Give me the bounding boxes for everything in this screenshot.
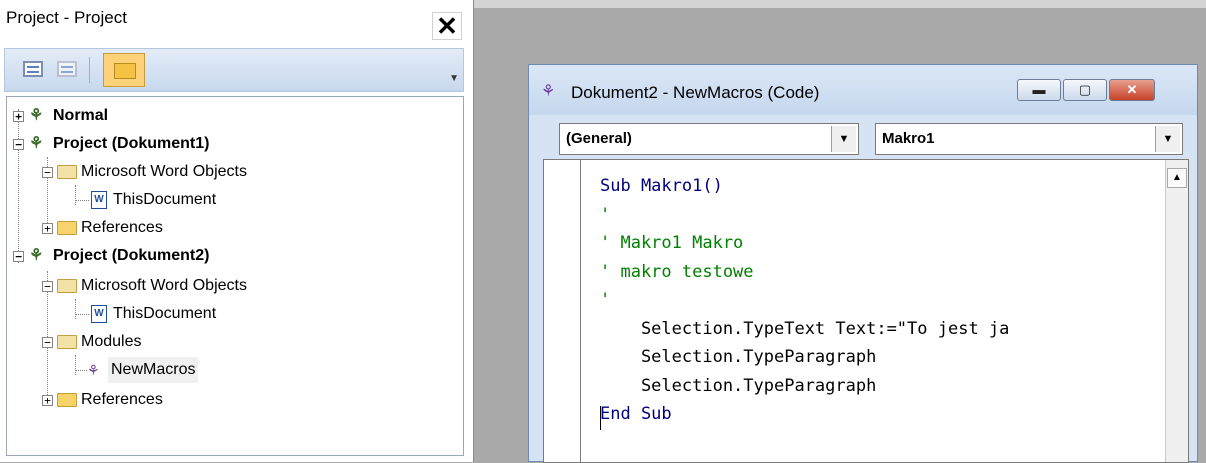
folder-icon <box>57 393 77 407</box>
project-explorer-title: Project - Project <box>6 8 127 27</box>
toggle-folders-icon[interactable] <box>103 53 145 87</box>
procedure-dropdown-value: Makro1 <box>882 130 935 147</box>
tree-line <box>75 370 87 371</box>
module-icon: ⚘ <box>87 362 100 378</box>
close-project-explorer-button[interactable]: ✕ <box>432 12 462 40</box>
tree-item-label: Microsoft Word Objects <box>81 163 247 180</box>
object-dropdown[interactable]: (General) ▼ <box>559 123 859 155</box>
vertical-scrollbar[interactable]: ▲ <box>1165 160 1188 462</box>
view-object-icon[interactable] <box>57 61 77 77</box>
project-explorer-toolbar: ▼ <box>4 48 464 92</box>
open-folder-icon <box>57 335 77 349</box>
tree-line <box>75 314 89 315</box>
maximize-button[interactable]: ▢ <box>1063 79 1107 101</box>
view-code-icon[interactable] <box>23 61 43 77</box>
open-folder-icon <box>57 165 77 179</box>
code-line: ' makro testowe <box>600 261 754 282</box>
project-explorer-panel: Project - Project ✕ ▼ + ⚘ Normal − ⚘ Pro… <box>0 0 474 462</box>
minimize-button[interactable]: ▬ <box>1017 79 1061 101</box>
tree-item-label: ThisDocument <box>113 191 217 208</box>
code-line: ' <box>600 204 611 225</box>
tree-line <box>18 109 19 263</box>
code-margin[interactable] <box>544 160 581 462</box>
toolbar-overflow-icon[interactable]: ▼ <box>449 73 459 84</box>
code-editor[interactable]: Sub Makro1() ' ' Makro1 Makro ' makro te… <box>543 159 1189 463</box>
text-caret <box>600 406 601 430</box>
tree-item-label: References <box>81 391 163 408</box>
expand-icon[interactable]: + <box>42 395 53 406</box>
module-icon: ⚘ <box>541 83 556 100</box>
code-line: Selection.TypeText Text:="To jest ja <box>600 318 1010 339</box>
tree-item-label: Microsoft Word Objects <box>81 277 247 294</box>
tree-line <box>75 299 76 319</box>
code-line: Selection.TypeParagraph <box>600 347 877 367</box>
tree-item-label: Project (Dokument2) <box>53 247 210 264</box>
chevron-down-icon[interactable]: ▼ <box>831 126 856 152</box>
code-window: ⚘ Dokument2 - NewMacros (Code) ▬ ▢ ✕ (Ge… <box>528 64 1198 463</box>
tree-item-label: References <box>81 219 163 236</box>
code-line: ' Makro1 Makro <box>600 233 744 253</box>
word-document-icon: W <box>91 305 107 323</box>
tree-item-label: ThisDocument <box>113 305 217 322</box>
procedure-dropdown[interactable]: Makro1 ▼ <box>875 123 1183 155</box>
tree-line <box>75 200 89 201</box>
project-tree: + ⚘ Normal − ⚘ Project (Dokument1) − Mic… <box>6 96 464 456</box>
word-document-icon: W <box>91 191 107 209</box>
tree-item-label: Normal <box>53 107 109 124</box>
object-dropdown-value: (General) <box>566 130 632 147</box>
vba-project-icon: ⚘ <box>29 135 44 152</box>
mdi-background <box>474 0 1206 8</box>
folder-icon <box>57 221 77 235</box>
tree-line <box>75 355 76 375</box>
code-window-titlebar[interactable]: ⚘ Dokument2 - NewMacros (Code) ▬ ▢ ✕ <box>529 65 1197 115</box>
expand-icon[interactable]: + <box>13 111 24 122</box>
collapse-icon[interactable]: − <box>42 281 53 292</box>
tree-item-label: NewMacros <box>108 357 199 383</box>
project-explorer-titlebar[interactable]: Project - Project ✕ <box>0 0 468 40</box>
collapse-icon[interactable]: − <box>13 251 24 262</box>
vba-project-icon: ⚘ <box>29 107 44 124</box>
tree-item-label: Modules <box>81 333 142 350</box>
code-window-title: Dokument2 - NewMacros (Code) <box>571 83 820 102</box>
code-line: ' <box>600 290 611 310</box>
expand-icon[interactable]: + <box>42 223 53 234</box>
collapse-icon[interactable]: − <box>42 337 53 348</box>
close-button[interactable]: ✕ <box>1109 79 1155 101</box>
vba-project-icon: ⚘ <box>29 247 44 264</box>
tree-item-label: Project (Dokument1) <box>53 135 210 152</box>
code-line: Sub Makro1() <box>600 176 723 196</box>
open-folder-icon <box>57 279 77 293</box>
code-line: End Sub <box>600 404 672 424</box>
code-lines: Sub Makro1() ' ' Makro1 Makro ' makro te… <box>600 172 1009 429</box>
collapse-icon[interactable]: − <box>42 167 53 178</box>
chevron-down-icon[interactable]: ▼ <box>1155 126 1180 152</box>
tree-line <box>75 185 76 205</box>
toolbar-separator <box>89 57 90 83</box>
code-line: Selection.TypeParagraph <box>600 375 877 396</box>
collapse-icon[interactable]: − <box>13 139 24 150</box>
scroll-up-icon[interactable]: ▲ <box>1167 168 1187 188</box>
